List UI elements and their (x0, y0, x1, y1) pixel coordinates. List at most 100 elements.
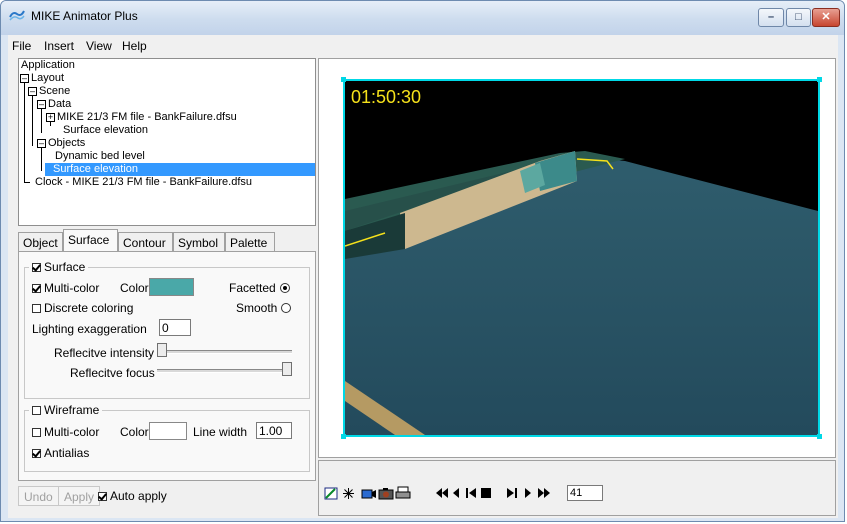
maximize-button[interactable]: □ (786, 8, 811, 27)
window-title: MIKE Animator Plus (31, 9, 138, 23)
reflective-intensity-label: Reflecitve intensity (54, 346, 155, 360)
wireframe-color-label: Color (120, 425, 149, 439)
tree-item-data[interactable]: – Data (37, 98, 71, 111)
tab-symbol[interactable]: Symbol (173, 232, 225, 252)
discrete-coloring-checkbox[interactable] (32, 304, 41, 313)
reflective-intensity-slider[interactable] (157, 343, 167, 357)
surface-color-swatch[interactable] (149, 278, 194, 296)
auto-apply-checkbox[interactable] (98, 492, 107, 501)
player-toolbar: 41 (318, 460, 836, 516)
minimize-icon: – (767, 11, 775, 23)
app-window: MIKE Animator Plus – □ ✕ File Insert Vie… (0, 0, 845, 522)
surface-multicolor-toggle[interactable]: Multi-color (32, 281, 99, 295)
reflective-intensity-track[interactable] (157, 350, 292, 354)
viewport-corner-handle[interactable] (341, 77, 346, 82)
menu-file[interactable]: File (12, 39, 31, 53)
wireframe-color-swatch[interactable] (149, 422, 187, 440)
title-bar: MIKE Animator Plus – □ ✕ (1, 1, 844, 35)
reflective-focus-track[interactable] (157, 369, 292, 373)
lighting-exaggeration-input[interactable]: 0 (159, 319, 191, 336)
antialias-label: Antialias (44, 446, 90, 460)
print-icon[interactable] (395, 485, 411, 501)
surface-group-toggle[interactable]: Surface (29, 260, 89, 274)
settings-icon[interactable] (323, 485, 339, 501)
tab-palette[interactable]: Palette (225, 232, 275, 252)
tab-surface[interactable]: Surface (63, 229, 118, 252)
viewport-corner-handle[interactable] (817, 77, 822, 82)
tree-connector (24, 77, 25, 182)
scene-viewport[interactable]: 01:50:30 (343, 79, 820, 437)
camera-icon[interactable] (378, 485, 394, 501)
tree-label: Data (48, 98, 72, 110)
wireframe-group (24, 410, 310, 472)
close-icon: ✕ (821, 11, 831, 23)
property-tabs: Object Surface Contour Symbol Palette (18, 228, 316, 252)
wireframe-multicolor-checkbox[interactable] (32, 428, 41, 437)
app-icon (9, 10, 25, 21)
menu-view[interactable]: View (86, 39, 112, 53)
expand-icon[interactable]: + (46, 112, 55, 122)
tree-label: Scene (39, 85, 71, 97)
smooth-radio[interactable] (281, 303, 292, 313)
frame-number-input[interactable]: 41 (567, 485, 603, 501)
wireframe-group-toggle[interactable]: Wireframe (29, 403, 103, 417)
auto-apply-label: Auto apply (110, 489, 167, 503)
surface-checkbox[interactable] (32, 263, 41, 272)
step-forward-icon[interactable] (522, 485, 534, 501)
multicolor-checkbox[interactable] (32, 284, 41, 293)
client-area: Application – Layout – Scene – Data + MIKE 2… (8, 56, 838, 518)
tree-label: Layout (31, 72, 65, 84)
tab-contour[interactable]: Contour (118, 232, 173, 252)
collapse-icon[interactable]: – (28, 86, 37, 96)
viewport-corner-handle[interactable] (817, 434, 822, 439)
line-width-input[interactable]: 1.00 (256, 422, 292, 439)
apply-button[interactable]: Apply (58, 486, 101, 506)
last-frame-icon[interactable] (505, 485, 519, 501)
reflective-focus-slider[interactable] (282, 362, 292, 376)
auto-apply-toggle[interactable]: Auto apply (98, 489, 167, 503)
discrete-coloring-toggle[interactable]: Discrete coloring (32, 301, 133, 315)
action-bar: Undo Apply Auto apply (18, 484, 316, 514)
tree-item-scene[interactable]: – Scene (28, 85, 70, 98)
tree-item-clock[interactable]: Clock - MIKE 21/3 FM file - BankFailure.… (35, 176, 252, 189)
record-icon[interactable] (361, 485, 377, 501)
tree-item-data-surface-elevation[interactable]: Surface elevation (63, 124, 148, 137)
collapse-icon[interactable]: – (20, 73, 29, 83)
tree-item-application[interactable]: Application (21, 59, 75, 72)
tree-item-surface-elevation[interactable]: Surface elevation (45, 163, 315, 176)
tree-label: MIKE 21/3 FM file - BankFailure.dfsu (57, 111, 237, 123)
antialias-checkbox[interactable] (32, 449, 41, 458)
line-width-label: Line width (193, 425, 248, 439)
step-back-icon[interactable] (450, 485, 462, 501)
first-frame-icon[interactable] (464, 485, 478, 501)
fast-forward-icon[interactable] (537, 485, 551, 501)
antialias-toggle[interactable]: Antialias (32, 446, 89, 460)
minimize-button[interactable]: – (758, 8, 784, 27)
close-button[interactable]: ✕ (812, 8, 840, 27)
collapse-icon[interactable]: – (37, 99, 46, 109)
smooth-option[interactable]: Smooth (236, 301, 292, 315)
menu-help[interactable]: Help (122, 39, 147, 53)
tree-item-objects[interactable]: – Objects (37, 137, 85, 150)
tree-item-dynamic-bed-level[interactable]: Dynamic bed level (53, 150, 147, 163)
tree-item-layout[interactable]: – Layout (20, 72, 64, 85)
snap-icon[interactable] (341, 485, 355, 501)
facetted-option[interactable]: Facetted (229, 281, 290, 295)
viewport-corner-handle[interactable] (341, 434, 346, 439)
layout-tree[interactable]: Application – Layout – Scene – Data + MIKE 2… (18, 58, 316, 226)
rewind-icon[interactable] (435, 485, 449, 501)
tree-item-dfsu-file[interactable]: + MIKE 21/3 FM file - BankFailure.dfsu (46, 111, 237, 124)
wireframe-checkbox[interactable] (32, 406, 41, 415)
menu-bar: File Insert View Help (8, 35, 838, 56)
facetted-radio[interactable] (279, 283, 290, 293)
wireframe-multicolor-toggle[interactable]: Multi-color (32, 425, 99, 439)
collapse-icon[interactable]: – (37, 138, 46, 148)
undo-button[interactable]: Undo (18, 486, 59, 506)
stop-icon[interactable] (479, 485, 493, 501)
reflective-focus-label: Reflecitve focus (70, 366, 155, 380)
menu-insert[interactable]: Insert (44, 39, 74, 53)
timecode-display: 01:50:30 (351, 87, 422, 107)
scene-render (345, 81, 818, 435)
lighting-exaggeration-label: Lighting exaggeration (32, 322, 147, 336)
tab-object[interactable]: Object (18, 232, 63, 252)
